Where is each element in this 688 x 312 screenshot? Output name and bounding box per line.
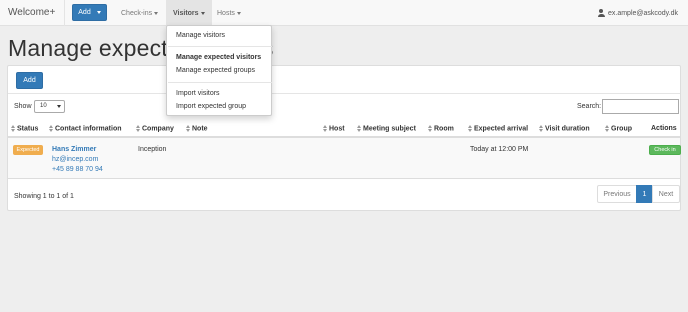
nav-hosts[interactable]: Hosts bbox=[210, 0, 248, 26]
table-info: Showing 1 to 1 of 1 bbox=[14, 193, 74, 200]
search-input[interactable] bbox=[602, 99, 679, 114]
sort-icon bbox=[186, 125, 190, 132]
search-label: Search: bbox=[577, 103, 602, 110]
nav-checkins[interactable]: Check-ins bbox=[114, 0, 165, 26]
column-header-host[interactable]: Host bbox=[323, 125, 345, 132]
column-header-expected-arrival[interactable]: Expected arrival bbox=[468, 125, 528, 132]
column-header-label: Group bbox=[611, 125, 632, 133]
show-label: Show bbox=[14, 103, 32, 110]
top-navbar: Welcome+ Add Check-ins Visitors Hosts ex… bbox=[0, 0, 688, 26]
check-in-button[interactable]: Check in bbox=[649, 145, 681, 155]
sort-icon bbox=[323, 125, 327, 132]
column-header-label: Room bbox=[434, 125, 454, 133]
column-header-label: Host bbox=[329, 125, 345, 133]
sort-icon bbox=[539, 125, 543, 132]
column-header-label: Status bbox=[17, 125, 39, 133]
menu-item-import-expected-group[interactable]: Import expected group bbox=[176, 103, 246, 110]
visitors-panel: Add Show 10 Search: Status Contact infor… bbox=[7, 65, 681, 211]
column-header-company[interactable]: Company bbox=[136, 125, 174, 132]
nav-hosts-label: Hosts bbox=[217, 9, 235, 17]
column-header-label: Meeting subject bbox=[363, 125, 416, 133]
contact-phone-link[interactable]: +45 89 88 70 94 bbox=[52, 166, 103, 173]
contact-name-link[interactable]: Hans Zimmer bbox=[52, 146, 96, 153]
chevron-down-icon bbox=[236, 11, 241, 15]
user-email: ex.ample@askcody.dk bbox=[607, 9, 678, 17]
table-row-divider bbox=[8, 178, 680, 179]
column-header-room[interactable]: Room bbox=[428, 125, 454, 132]
chevron-down-icon bbox=[200, 11, 205, 15]
add-button-label: Add bbox=[78, 9, 91, 16]
sort-icon bbox=[357, 125, 361, 132]
page-size-value: 10 bbox=[40, 103, 47, 109]
add-dropdown-button[interactable]: Add bbox=[72, 4, 107, 21]
contact-email-link[interactable]: hz@incep.com bbox=[52, 156, 98, 163]
panel-divider bbox=[8, 93, 680, 94]
previous-page-button[interactable]: Previous bbox=[597, 185, 637, 203]
sort-icon bbox=[468, 125, 472, 132]
page-size-select[interactable]: 10 bbox=[34, 100, 65, 113]
user-icon bbox=[597, 9, 605, 17]
menu-item-manage-visitors[interactable]: Manage visitors bbox=[176, 32, 225, 39]
cell-company: Inception bbox=[138, 146, 167, 153]
column-header-label: Company bbox=[142, 125, 174, 133]
status-badge: Expected bbox=[13, 145, 43, 155]
next-page-button[interactable]: Next bbox=[652, 185, 680, 203]
cell-expected-arrival: Today at 12:00 PM bbox=[470, 146, 529, 153]
column-header-note[interactable]: Note bbox=[186, 125, 208, 132]
menu-divider bbox=[168, 82, 272, 83]
column-header-actions: Actions bbox=[651, 125, 677, 132]
nav-checkins-label: Check-ins bbox=[121, 9, 153, 17]
nav-visitors[interactable]: Visitors bbox=[166, 0, 212, 26]
sort-icon bbox=[11, 125, 15, 132]
navbar-divider bbox=[64, 0, 65, 26]
table-row bbox=[8, 138, 680, 178]
pagination: Previous 1 Next bbox=[597, 185, 680, 203]
chevron-down-icon bbox=[57, 105, 61, 108]
column-header-visit-duration[interactable]: Visit duration bbox=[539, 125, 590, 132]
column-header-meeting-subject[interactable]: Meeting subject bbox=[357, 125, 416, 132]
nav-visitors-label: Visitors bbox=[173, 9, 199, 17]
sort-icon bbox=[605, 125, 609, 132]
user-menu[interactable]: ex.ample@askcody.dk bbox=[597, 0, 678, 26]
page-1-button[interactable]: 1 bbox=[636, 185, 653, 203]
column-header-label: Expected arrival bbox=[474, 125, 529, 133]
column-header-group[interactable]: Group bbox=[605, 125, 632, 132]
add-visitor-button[interactable]: Add bbox=[16, 72, 43, 89]
menu-item-manage-expected-visitors[interactable]: Manage expected visitors bbox=[176, 54, 261, 61]
column-header-label: Note bbox=[192, 125, 208, 133]
column-header-label: Contact information bbox=[55, 125, 122, 133]
brand-logo[interactable]: Welcome+ bbox=[8, 7, 55, 18]
column-header-label: Visit duration bbox=[545, 125, 590, 133]
sort-icon bbox=[49, 125, 53, 132]
sort-icon bbox=[136, 125, 140, 132]
chevron-down-icon bbox=[154, 11, 159, 15]
menu-item-manage-expected-groups[interactable]: Manage expected groups bbox=[176, 67, 255, 74]
visitors-dropdown-menu: Manage visitors Manage expected visitors… bbox=[166, 25, 272, 116]
menu-divider bbox=[168, 46, 272, 47]
sort-icon bbox=[428, 125, 432, 132]
menu-item-import-visitors[interactable]: Import visitors bbox=[176, 90, 220, 97]
column-header-status[interactable]: Status bbox=[11, 125, 38, 132]
column-header-contact[interactable]: Contact information bbox=[49, 125, 122, 132]
chevron-down-icon bbox=[96, 11, 101, 14]
